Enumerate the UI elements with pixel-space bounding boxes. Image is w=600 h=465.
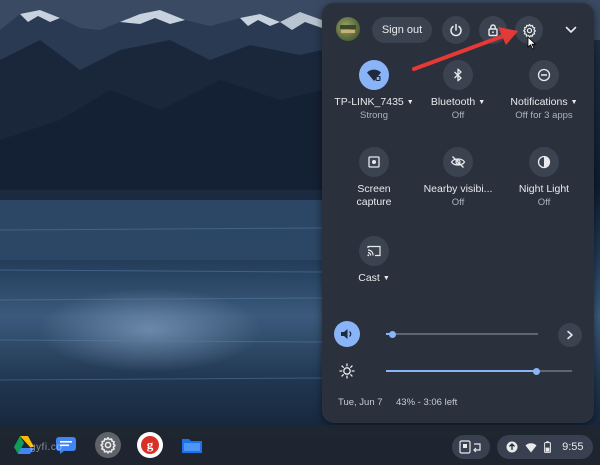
nearby-share-tile[interactable]: Nearby visibi... Off (416, 147, 500, 209)
brightness-slider-handle[interactable] (533, 367, 541, 375)
settings-app[interactable] (95, 432, 121, 458)
cast-toggle[interactable] (359, 236, 389, 266)
do-not-disturb-icon (537, 68, 551, 82)
screen-capture-label-line2: capture (356, 196, 392, 208)
mute-toggle-button[interactable] (334, 321, 360, 347)
collapse-button[interactable] (558, 17, 584, 43)
svg-text:g: g (147, 437, 154, 452)
bluetooth-label: Bluetooth ▼ (430, 96, 486, 108)
watermark-text: gyfi.co (30, 442, 63, 453)
brightness-sun-icon (339, 363, 355, 379)
update-icon (506, 441, 518, 453)
files-icon (182, 439, 202, 453)
night-light-status: Off (537, 197, 551, 208)
night-light-tile[interactable]: Night Light Off (502, 147, 586, 209)
settings-icon (100, 436, 116, 454)
volume-slider[interactable] (386, 333, 538, 335)
wifi-label: TP-LINK_7435 ▼ (334, 96, 414, 108)
audio-settings-button[interactable] (558, 323, 582, 347)
night-light-label: Night Light (518, 183, 570, 195)
clock-time: 9:55 (562, 441, 584, 453)
clipboard-tray-icon (459, 440, 481, 454)
google-icon: g (141, 436, 159, 454)
cast-label: Cast ▼ (358, 272, 390, 284)
date-label[interactable]: Tue, Jun 7 (338, 397, 383, 408)
caret-down-icon: ▼ (570, 99, 578, 106)
notifications-label: Notifications ▼ (510, 96, 578, 108)
night-light-toggle[interactable] (529, 147, 559, 177)
cast-tile[interactable]: Cast ▼ (332, 236, 416, 285)
avatar-image (340, 25, 356, 33)
nearby-share-icon (450, 156, 466, 168)
mouse-cursor-icon (527, 36, 537, 50)
cast-icon (367, 245, 381, 257)
avatar[interactable] (336, 17, 360, 41)
caret-down-icon: ▼ (382, 275, 390, 282)
chevron-down-icon (565, 26, 577, 33)
brightness-slider-fill (386, 370, 537, 372)
chevron-right-icon (567, 330, 573, 340)
screen-capture-icon (368, 156, 380, 168)
volume-slider-handle[interactable] (388, 330, 396, 338)
brightness-icon (338, 362, 356, 380)
caret-down-icon: ▼ (478, 99, 486, 106)
google-app[interactable]: g (137, 432, 163, 458)
nearby-share-toggle[interactable] (443, 147, 473, 177)
screen-capture-tile[interactable]: Screen capture (332, 147, 416, 209)
wifi-toggle[interactable] (359, 60, 389, 90)
notifications-status: Off for 3 apps (515, 110, 573, 121)
wifi-status-icon (525, 442, 537, 452)
wifi-tile[interactable]: TP-LINK_7435 ▼ Strong (332, 60, 416, 122)
screen-capture-label: Screen (357, 183, 391, 195)
status-area[interactable]: 9:55 (497, 435, 593, 459)
night-light-icon (537, 155, 551, 169)
bluetooth-status: Off (451, 110, 465, 121)
volume-icon (341, 329, 352, 339)
wifi-icon (367, 69, 381, 81)
nearby-share-label: Nearby visibi... (423, 183, 493, 195)
annotation-arrow (412, 27, 518, 71)
files-app[interactable] (179, 432, 205, 458)
notifications-toggle[interactable] (529, 60, 559, 90)
nearby-share-status: Off (451, 197, 465, 208)
wifi-status: Strong (360, 110, 388, 121)
battery-icon (544, 441, 552, 453)
screen-capture-tray-button[interactable] (452, 435, 490, 459)
caret-down-icon: ▼ (406, 99, 414, 106)
battery-status[interactable]: 43% - 3:06 left (396, 397, 457, 408)
screen-capture-toggle[interactable] (359, 147, 389, 177)
